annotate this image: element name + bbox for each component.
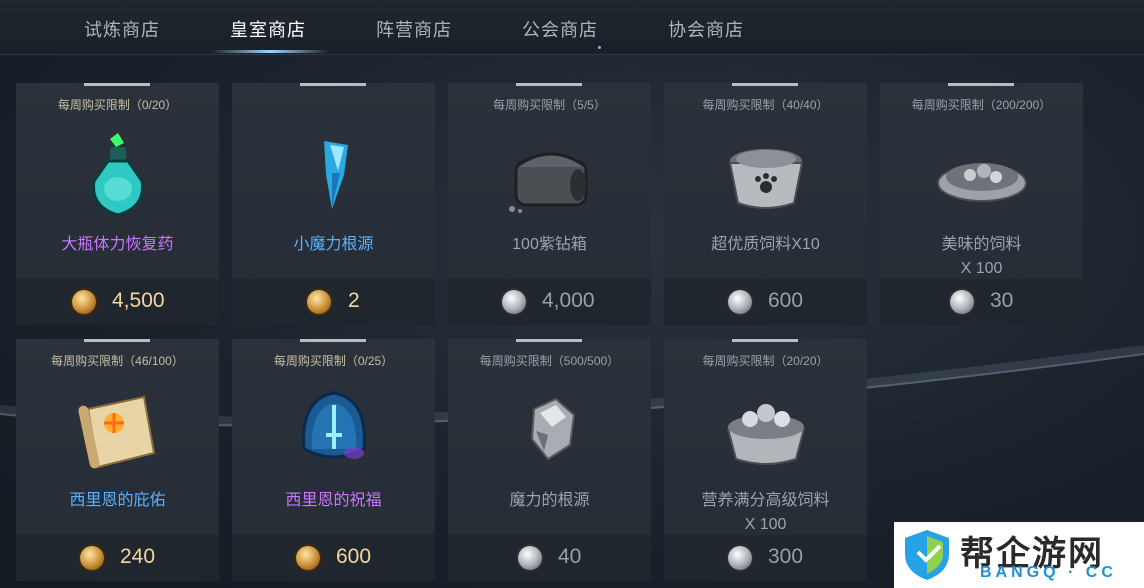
shield-logo-icon [905,530,949,580]
price-bar: 600 [232,535,435,581]
shop-item-card[interactable]: 每周购买限制（20/20） 营养满分高级饲料 X 100 300 [664,339,867,581]
purchase-limit: 每周购买限制（46/100） [51,354,184,368]
price-bar: 300 [664,535,867,581]
purchase-limit: 每周购买限制（40/40） [702,98,829,112]
item-name: 小魔力根源 [293,236,374,253]
shop-item-card[interactable]: 每周购买限制（5/5） 100紫钻箱 4,000 [448,83,651,325]
tab-royal-shop[interactable]: 皇室商店 [230,16,306,42]
shop-item-card[interactable]: 每周购买限制（500/500） 魔力的根源 40 [448,339,651,581]
gold-coin-icon [72,290,96,314]
item-quantity: X 100 [960,260,1003,277]
item-name: 营养满分高级饲料 [701,492,830,509]
watermark-english-text: BANGQ · CC [980,564,1117,581]
item-price: 600 [768,289,804,312]
price-bar: 4,500 [16,279,219,325]
food-plate-icon [936,163,1027,202]
item-price: 600 [336,545,372,568]
price-bar: 4,000 [448,279,651,325]
purchase-limit: 每周购买限制（0/25） [273,354,394,368]
silver-coin-icon [518,546,542,570]
item-name: 100紫钻箱 [512,236,587,253]
card-top-bar [84,339,150,342]
active-tab-indicator [210,50,330,53]
item-name: 西里恩的庇佑 [69,492,166,509]
gold-coin-icon [80,546,104,570]
scroll-icon [77,395,155,469]
tab-trial-shop[interactable]: 试炼商店 [84,16,160,42]
tab-association-shop[interactable]: 协会商店 [668,16,744,42]
item-name: 超优质饲料X10 [711,236,820,253]
potion-icon [91,133,144,217]
price-bar: 40 [448,535,651,581]
chest-icon [508,152,587,213]
silver-coin-icon [502,290,526,314]
gold-coin-icon [296,546,320,570]
item-price: 2 [348,289,360,312]
tab-faction-shop[interactable]: 阵营商店 [376,16,452,42]
tab-guild-shop[interactable]: 公会商店 [522,16,598,42]
crystal-icon [323,141,348,209]
shop-tab-bar: 试炼商店 皇室商店 阵营商店 公会商店 协会商店 [0,0,1144,55]
card-top-bar [516,83,582,86]
silver-coin-icon [950,290,974,314]
shop-item-card[interactable]: 每周购买限制（40/40） 超优质饲料X10 600 [664,83,867,325]
item-price: 300 [768,545,804,568]
gold-coin-icon [307,290,331,314]
card-top-bar [300,83,366,86]
card-top-bar [732,339,798,342]
purchase-limit: 每周购买限制（20/20） [702,354,829,368]
card-top-bar [948,83,1014,86]
card-top-bar [300,339,366,342]
price-bar: 2 [232,279,435,325]
card-top-bar [516,339,582,342]
item-name: 西里恩的祝福 [285,492,382,509]
shop-item-card[interactable]: 小魔力根源 2 [232,83,435,325]
purchase-limit: 每周购买限制（0/20） [57,98,178,112]
item-name: 美味的饲料 [941,236,1022,253]
item-price: 30 [990,289,1014,312]
silver-coin-icon [728,546,752,570]
shop-item-card[interactable]: 每周购买限制（0/25） 西里恩的祝福 600 [232,339,435,581]
purchase-limit: 每周购买限制（500/500） [479,354,620,368]
item-name: 魔力的根源 [509,492,590,509]
price-bar: 240 [16,535,219,581]
food-bowl-icon [726,404,805,465]
item-quantity: X 100 [744,516,787,533]
silver-coin-icon [728,290,752,314]
item-name: 大瓶体力恢复药 [61,236,174,253]
item-price: 4,500 [112,289,165,312]
card-top-bar [732,83,798,86]
ore-icon [530,397,575,461]
tab-dot [598,46,601,49]
item-price: 40 [558,545,582,568]
pet-bowl-icon [728,149,803,209]
purchase-limit: 每周购买限制（200/200） [911,98,1052,112]
sword-orb-icon [301,391,366,459]
shop-item-card[interactable]: 每周购买限制（200/200） 美味的饲料 X 100 30 [880,83,1083,325]
shop-item-card[interactable]: 每周购买限制（0/20） 大瓶体力恢复药 4,500 [16,83,219,325]
purchase-limit: 每周购买限制（5/5） [493,98,606,112]
watermark-logo: 帮企游网 BANGQ · CC [894,522,1144,588]
price-bar: 30 [880,279,1083,325]
shop-item-card[interactable]: 每周购买限制（46/100） 西里恩的庇佑 240 [16,339,219,581]
card-top-bar [84,83,150,86]
item-price: 4,000 [542,289,595,312]
price-bar: 600 [664,279,867,325]
item-price: 240 [120,545,156,568]
